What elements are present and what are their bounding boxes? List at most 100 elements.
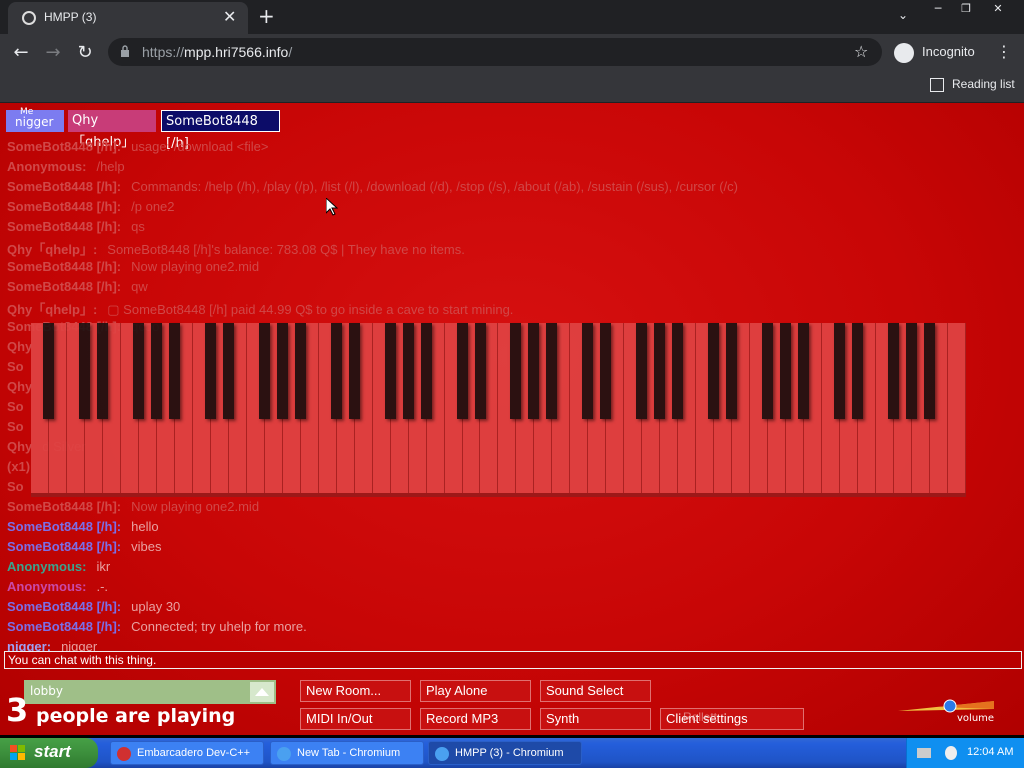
new-tab-icon[interactable]: + (258, 4, 275, 28)
clock[interactable]: 12:04 AM (967, 746, 1013, 758)
piano-black-key[interactable] (726, 323, 738, 419)
room-name: lobby (30, 684, 64, 698)
piano-black-key[interactable] (474, 323, 486, 419)
volume-knob[interactable] (943, 699, 957, 713)
taskbar-item[interactable]: HMPP (3) - Chromium (428, 741, 582, 765)
piano-black-key[interactable] (528, 323, 540, 419)
close-window-icon[interactable]: ✕ (984, 1, 1012, 17)
user-badge[interactable]: SomeBot8448 [/h] (161, 110, 280, 151)
room-dropdown-button[interactable] (250, 682, 274, 702)
taskbar-item-label: Embarcadero Dev-C++ (137, 747, 251, 759)
chat-text: SomeBot8448 [/h]'s balance: 783.08 Q$ | … (107, 242, 465, 257)
chat-author: SomeBot8448 [/h]: (7, 199, 122, 214)
chat-text: Connected; try uhelp for more. (131, 619, 307, 634)
kebab-menu-icon[interactable]: ⋮ (996, 42, 1012, 61)
piano-black-key[interactable] (708, 323, 720, 419)
start-label: start (34, 742, 71, 761)
play-alone-button[interactable]: Play Alone (420, 680, 531, 702)
taskbar-item-label: New Tab - Chromium (297, 747, 401, 759)
player-count-number: 3 (6, 691, 29, 729)
record-mp3-button[interactable]: Record MP3 (420, 708, 531, 730)
new-room-button[interactable]: New Room... (300, 680, 411, 702)
piano-black-key[interactable] (582, 323, 594, 419)
piano-black-key[interactable] (780, 323, 792, 419)
start-button[interactable]: start (0, 738, 98, 768)
reading-list-button[interactable]: Reading list (952, 77, 1015, 91)
piano-black-key[interactable] (96, 323, 108, 419)
synth-button[interactable]: Synth (540, 708, 651, 730)
room-select[interactable]: lobby (24, 680, 276, 704)
chat-message: SomeBot8448 [/h]: qw (7, 279, 148, 294)
piano-black-key[interactable] (906, 323, 918, 419)
piano-black-key[interactable] (348, 323, 360, 419)
piano-black-key[interactable] (600, 323, 612, 419)
piano-white-key[interactable] (948, 323, 966, 493)
back-icon[interactable]: ← (10, 42, 32, 63)
chat-text: /help (96, 159, 125, 174)
piano-black-key[interactable] (924, 323, 935, 419)
forward-icon[interactable]: → (42, 42, 64, 63)
piano-black-key[interactable] (402, 323, 414, 419)
piano-black-key[interactable] (78, 323, 90, 419)
incognito-icon (894, 43, 914, 63)
chat-author: SomeBot8448 [/h]: (7, 219, 122, 234)
browser-tab-strip: HMPP (3) ✕ + ⌄ ─ ❐ ✕ (0, 0, 1024, 34)
chat-author: SomeBot8448 [/h]: (7, 619, 122, 634)
midi-button[interactable]: MIDI In/Out (300, 708, 411, 730)
volume-slider[interactable] (898, 699, 994, 713)
incognito-label[interactable]: Incognito (922, 44, 975, 59)
chat-author: Anonymous: (7, 559, 87, 574)
piano-black-key[interactable] (546, 323, 558, 419)
chevron-down-icon[interactable]: ⌄ (898, 8, 908, 22)
piano-black-key[interactable] (150, 323, 162, 419)
piano-black-key[interactable] (798, 323, 810, 419)
taskbar-item[interactable]: Embarcadero Dev-C++ (110, 741, 264, 765)
browser-tab[interactable]: HMPP (3) ✕ (8, 2, 248, 34)
close-tab-icon[interactable]: ✕ (223, 7, 236, 26)
minimize-icon[interactable]: ─ (924, 1, 952, 17)
piano-black-key[interactable] (258, 323, 270, 419)
reload-icon[interactable]: ↻ (74, 42, 96, 63)
sound-select-button[interactable]: Sound Select (540, 680, 651, 702)
chevron-up-icon (255, 688, 269, 696)
piano-black-key[interactable] (420, 323, 432, 419)
piano-black-key[interactable] (42, 323, 54, 419)
user-name: nigger (15, 115, 54, 129)
user-badge-me[interactable]: Me nigger (6, 107, 64, 132)
keyboard-icon[interactable] (917, 748, 931, 758)
user-badge[interactable]: Qhy「qhelp」 (68, 110, 156, 150)
chat-input[interactable]: You can chat with this thing. (4, 651, 1022, 669)
bookmark-star-icon[interactable]: ☆ (854, 42, 868, 61)
piano-black-key[interactable] (330, 323, 342, 419)
piano-black-key[interactable] (888, 323, 900, 419)
chat-author: Qhy (7, 339, 33, 354)
piano-black-key[interactable] (204, 323, 216, 419)
piano-black-key[interactable] (276, 323, 288, 419)
chat-message: SomeBot8448 [/h]: uplay 30 (7, 599, 180, 614)
chat-author: Qhy (7, 379, 33, 394)
restore-icon[interactable]: ❐ (952, 1, 980, 17)
chat-author: So (7, 479, 24, 494)
piano-black-key[interactable] (852, 323, 864, 419)
chat-author: SomeBot8448 [/h]: (7, 259, 122, 274)
chat-text: Now playing one2.mid (131, 259, 260, 274)
address-bar[interactable]: https://mpp.hri7566.info/ ☆ (108, 38, 882, 66)
taskbar-item[interactable]: New Tab - Chromium (270, 741, 424, 765)
piano-black-key[interactable] (654, 323, 666, 419)
piano-black-key[interactable] (132, 323, 144, 419)
piano-black-key[interactable] (456, 323, 468, 419)
client-settings-button[interactable]: Client settings Rollett (660, 708, 804, 730)
piano-black-key[interactable] (294, 323, 306, 419)
speaker-icon[interactable] (945, 746, 957, 760)
app-icon (435, 747, 449, 761)
piano-black-key[interactable] (510, 323, 522, 419)
piano-black-key[interactable] (222, 323, 234, 419)
piano-black-key[interactable] (168, 323, 180, 419)
piano-black-key[interactable] (834, 323, 846, 419)
piano-black-key[interactable] (384, 323, 396, 419)
piano-black-key[interactable] (672, 323, 684, 419)
overlay-label: Rollett (683, 710, 718, 724)
piano-black-key[interactable] (762, 323, 774, 419)
piano-keyboard[interactable] (31, 323, 966, 497)
piano-black-key[interactable] (636, 323, 648, 419)
